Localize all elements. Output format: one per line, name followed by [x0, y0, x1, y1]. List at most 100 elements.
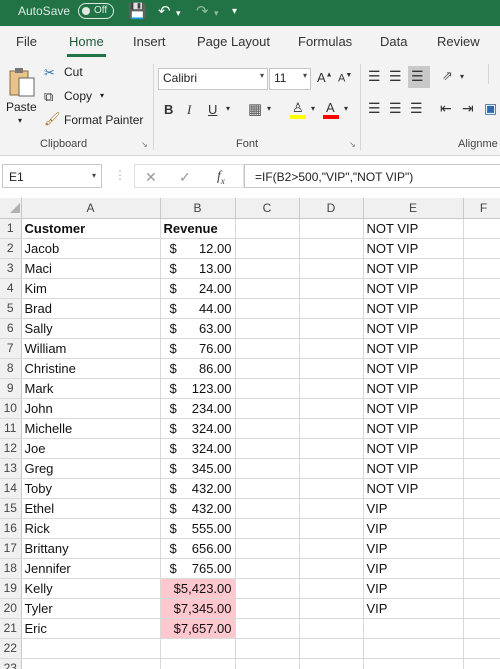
cell-empty[interactable] [299, 598, 364, 619]
tab-insert[interactable]: Insert [133, 34, 166, 49]
cell-empty[interactable] [299, 218, 364, 239]
cell-customer[interactable]: Eric [21, 618, 161, 639]
cell-revenue[interactable]: $345.00 [160, 458, 236, 479]
cell-vip-status[interactable] [363, 658, 464, 669]
cell-empty[interactable] [299, 558, 364, 579]
redo-icon[interactable]: ↷ [196, 2, 209, 20]
row-header[interactable]: 7 [0, 338, 22, 359]
tab-formulas[interactable]: Formulas [298, 34, 352, 49]
cell-empty[interactable] [235, 358, 300, 379]
cell-empty[interactable] [463, 578, 500, 599]
cell-vip-status[interactable]: NOT VIP [363, 358, 464, 379]
cell-revenue[interactable]: $234.00 [160, 398, 236, 419]
cell-empty[interactable] [235, 258, 300, 279]
decrease-indent-icon[interactable]: ⇤ [440, 100, 452, 117]
cell-customer[interactable]: Joe [21, 438, 161, 459]
bold-button[interactable]: B [164, 102, 173, 117]
align-left-icon[interactable]: ☰ [368, 100, 381, 117]
cell-empty[interactable] [299, 538, 364, 559]
column-header-f[interactable]: F [463, 198, 500, 219]
cell-empty[interactable] [463, 398, 500, 419]
borders-icon[interactable]: ▦ [248, 100, 262, 118]
cell-revenue[interactable] [160, 638, 236, 659]
row-header[interactable]: 9 [0, 378, 22, 399]
column-header-c[interactable]: C [235, 198, 300, 219]
cell-empty[interactable] [463, 518, 500, 539]
merge-center-icon[interactable]: ▣ [484, 100, 497, 117]
cell-customer[interactable]: Rick [21, 518, 161, 539]
row-header[interactable]: 22 [0, 638, 22, 659]
cancel-icon[interactable]: ✕ [145, 169, 157, 186]
cell-vip-status[interactable]: NOT VIP [363, 438, 464, 459]
cell-empty[interactable] [235, 218, 300, 239]
orientation-dropdown-icon[interactable]: ▾ [460, 72, 464, 81]
row-header[interactable]: 15 [0, 498, 22, 519]
customize-toolbar-icon[interactable]: ▾ [232, 6, 237, 17]
row-header[interactable]: 13 [0, 458, 22, 479]
cell-empty[interactable] [463, 218, 500, 239]
row-header[interactable]: 5 [0, 298, 22, 319]
cell-empty[interactable] [235, 458, 300, 479]
row-header[interactable]: 19 [0, 578, 22, 599]
cell-vip-status[interactable]: NOT VIP [363, 478, 464, 499]
cell-customer[interactable]: Ethel [21, 498, 161, 519]
cell-vip-status[interactable]: VIP [363, 598, 464, 619]
cell-empty[interactable] [463, 378, 500, 399]
cell-customer[interactable]: Tyler [21, 598, 161, 619]
increase-indent-icon[interactable]: ⇥ [462, 100, 474, 117]
tab-file[interactable]: File [16, 34, 37, 49]
cell-empty[interactable] [299, 398, 364, 419]
cell-revenue[interactable]: $7,345.00 [160, 598, 236, 619]
enter-icon[interactable]: ✓ [179, 169, 191, 186]
cell-empty[interactable] [299, 418, 364, 439]
cell-empty[interactable] [299, 258, 364, 279]
cell-empty[interactable] [463, 638, 500, 659]
autosave-toggle[interactable]: Off [78, 3, 114, 19]
cell-empty[interactable] [235, 438, 300, 459]
cell-revenue[interactable]: $5,423.00 [160, 578, 236, 599]
cell-empty[interactable] [463, 358, 500, 379]
cell-empty[interactable] [299, 278, 364, 299]
cell-customer[interactable]: Brittany [21, 538, 161, 559]
cell-customer[interactable]: Greg [21, 458, 161, 479]
cell-customer[interactable]: Brad [21, 298, 161, 319]
align-right-icon[interactable]: ☰ [410, 100, 423, 117]
row-header[interactable]: 8 [0, 358, 22, 379]
cell-vip-status[interactable]: VIP [363, 578, 464, 599]
cell-empty[interactable] [235, 598, 300, 619]
cell-revenue[interactable]: $13.00 [160, 258, 236, 279]
cell-customer[interactable]: Sally [21, 318, 161, 339]
cell-revenue[interactable]: $76.00 [160, 338, 236, 359]
cell-empty[interactable] [235, 478, 300, 499]
cell-empty[interactable] [299, 338, 364, 359]
borders-dropdown-icon[interactable]: ▾ [267, 104, 271, 113]
cell-empty[interactable] [299, 658, 364, 669]
cell-vip-status[interactable]: NOT VIP [363, 458, 464, 479]
row-header[interactable]: 3 [0, 258, 22, 279]
row-header[interactable]: 21 [0, 618, 22, 639]
tab-review[interactable]: Review [437, 34, 480, 49]
cell-customer[interactable]: Maci [21, 258, 161, 279]
row-header[interactable]: 4 [0, 278, 22, 299]
cell-empty[interactable] [235, 278, 300, 299]
cell-vip-status[interactable]: NOT VIP [363, 338, 464, 359]
tab-page-layout[interactable]: Page Layout [197, 34, 270, 49]
cut-button[interactable]: Cut [64, 65, 83, 79]
cell-customer[interactable]: Kelly [21, 578, 161, 599]
cell-empty[interactable] [463, 498, 500, 519]
increase-font-size-icon[interactable]: A▲ [317, 70, 333, 85]
cell-revenue[interactable]: $656.00 [160, 538, 236, 559]
cell-vip-status[interactable]: NOT VIP [363, 278, 464, 299]
font-color-dropdown-icon[interactable]: ▾ [344, 104, 348, 113]
row-header[interactable]: 1 [0, 218, 22, 239]
row-header[interactable]: 11 [0, 418, 22, 439]
fill-color-button[interactable]: ♙ [290, 100, 308, 120]
align-bottom-button[interactable]: ☰ [408, 66, 430, 88]
cell-revenue[interactable]: $63.00 [160, 318, 236, 339]
column-header-d[interactable]: D [299, 198, 364, 219]
row-header[interactable]: 16 [0, 518, 22, 539]
select-all-corner[interactable] [0, 198, 22, 219]
cell-empty[interactable] [463, 458, 500, 479]
font-launcher-icon[interactable]: ↘ [349, 140, 356, 149]
cell-empty[interactable] [463, 478, 500, 499]
